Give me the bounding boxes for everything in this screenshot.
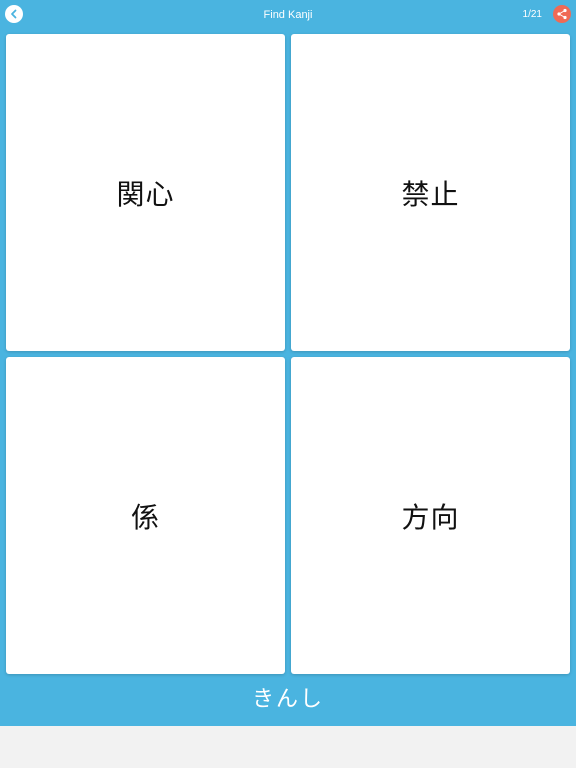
answer-kanji: 関心 (116, 177, 175, 211)
answer-kanji: 係 (130, 500, 160, 534)
quiz-screen: Find Kanji 1/21 関心 禁止 係 方向 きんし (0, 0, 576, 726)
answer-card-4[interactable]: 方向 (291, 357, 570, 674)
share-button[interactable] (553, 5, 571, 23)
progress-counter: 1/21 (522, 9, 542, 20)
answer-card-3[interactable]: 係 (6, 357, 285, 674)
page-title: Find Kanji (263, 9, 313, 21)
answer-kanji: 方向 (401, 500, 460, 534)
top-bar: Find Kanji 1/21 (0, 0, 576, 30)
share-icon (557, 8, 567, 20)
answer-kanji: 禁止 (401, 177, 460, 211)
back-button[interactable] (5, 5, 23, 23)
bottom-area (0, 726, 576, 768)
answer-card-1[interactable]: 関心 (6, 34, 285, 351)
reading-prompt: きんし (251, 687, 324, 712)
chevron-left-icon (11, 9, 17, 19)
answer-card-2[interactable]: 禁止 (291, 34, 570, 351)
